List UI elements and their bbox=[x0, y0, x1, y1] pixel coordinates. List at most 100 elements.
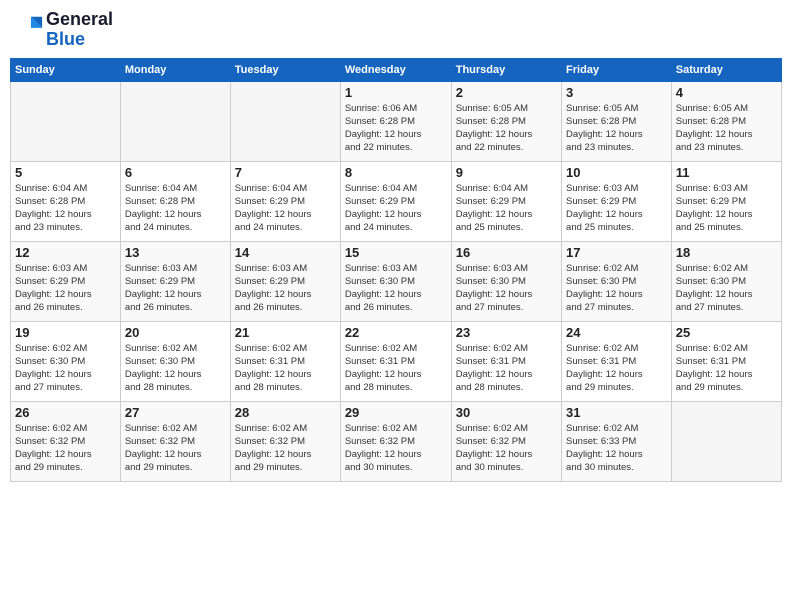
calendar-week-5: 26 Sunrise: 6:02 AM Sunset: 6:32 PM Dayli… bbox=[11, 401, 782, 481]
day-info: Sunrise: 6:02 AM Sunset: 6:31 PM Dayligh… bbox=[676, 342, 777, 395]
day-number: 27 bbox=[125, 405, 226, 420]
day-number: 14 bbox=[235, 245, 336, 260]
calendar-cell: 5 Sunrise: 6:04 AM Sunset: 6:28 PM Daylig… bbox=[11, 161, 121, 241]
calendar-cell bbox=[120, 81, 230, 161]
day-number: 11 bbox=[676, 165, 777, 180]
calendar-week-4: 19 Sunrise: 6:02 AM Sunset: 6:30 PM Dayli… bbox=[11, 321, 782, 401]
calendar-cell: 29Sunrise: 6:02 AM Sunset: 6:32 PM Dayli… bbox=[340, 401, 451, 481]
day-number: 18 bbox=[676, 245, 777, 260]
calendar-week-3: 12 Sunrise: 6:03 AM Sunset: 6:29 PM Dayli… bbox=[11, 241, 782, 321]
calendar-cell bbox=[230, 81, 340, 161]
day-number: 6 bbox=[125, 165, 226, 180]
header-cell-friday: Friday bbox=[562, 58, 672, 81]
calendar-cell: 12 Sunrise: 6:03 AM Sunset: 6:29 PM Dayli… bbox=[11, 241, 121, 321]
calendar-cell: 28 Sunrise: 6:02 AM Sunset: 6:32 PM Dayli… bbox=[230, 401, 340, 481]
calendar-cell: 13 Sunrise: 6:03 AM Sunset: 6:29 PM Dayli… bbox=[120, 241, 230, 321]
day-info: Sunrise: 6:03 AM Sunset: 6:30 PM Dayligh… bbox=[456, 262, 557, 315]
day-number: 5 bbox=[15, 165, 116, 180]
calendar-cell: 1Sunrise: 6:06 AM Sunset: 6:28 PM Daylig… bbox=[340, 81, 451, 161]
day-number: 15 bbox=[345, 245, 447, 260]
calendar-cell: 27 Sunrise: 6:02 AM Sunset: 6:32 PM Dayli… bbox=[120, 401, 230, 481]
calendar-cell: 2 Sunrise: 6:05 AM Sunset: 6:28 PM Daylig… bbox=[451, 81, 561, 161]
day-number: 1 bbox=[345, 85, 447, 100]
header-cell-sunday: Sunday bbox=[11, 58, 121, 81]
calendar-cell: 30 Sunrise: 6:02 AM Sunset: 6:32 PM Dayli… bbox=[451, 401, 561, 481]
day-info: Sunrise: 6:03 AM Sunset: 6:30 PM Dayligh… bbox=[345, 262, 447, 315]
header-cell-thursday: Thursday bbox=[451, 58, 561, 81]
day-number: 19 bbox=[15, 325, 116, 340]
calendar-table: SundayMondayTuesdayWednesdayThursdayFrid… bbox=[10, 58, 782, 482]
day-info: Sunrise: 6:03 AM Sunset: 6:29 PM Dayligh… bbox=[566, 182, 667, 235]
logo-text: General Blue bbox=[46, 10, 113, 50]
day-number: 8 bbox=[345, 165, 447, 180]
day-info: Sunrise: 6:03 AM Sunset: 6:29 PM Dayligh… bbox=[235, 262, 336, 315]
day-info: Sunrise: 6:03 AM Sunset: 6:29 PM Dayligh… bbox=[676, 182, 777, 235]
calendar-cell: 25 Sunrise: 6:02 AM Sunset: 6:31 PM Dayli… bbox=[671, 321, 781, 401]
calendar-week-1: 1Sunrise: 6:06 AM Sunset: 6:28 PM Daylig… bbox=[11, 81, 782, 161]
day-number: 28 bbox=[235, 405, 336, 420]
day-info: Sunrise: 6:02 AM Sunset: 6:33 PM Dayligh… bbox=[566, 422, 667, 475]
calendar-header: SundayMondayTuesdayWednesdayThursdayFrid… bbox=[11, 58, 782, 81]
day-info: Sunrise: 6:02 AM Sunset: 6:31 PM Dayligh… bbox=[456, 342, 557, 395]
day-number: 26 bbox=[15, 405, 116, 420]
calendar-cell: 31Sunrise: 6:02 AM Sunset: 6:33 PM Dayli… bbox=[562, 401, 672, 481]
day-info: Sunrise: 6:04 AM Sunset: 6:28 PM Dayligh… bbox=[125, 182, 226, 235]
calendar-cell: 21 Sunrise: 6:02 AM Sunset: 6:31 PM Dayli… bbox=[230, 321, 340, 401]
calendar-cell: 4 Sunrise: 6:05 AM Sunset: 6:28 PM Daylig… bbox=[671, 81, 781, 161]
day-info: Sunrise: 6:02 AM Sunset: 6:30 PM Dayligh… bbox=[125, 342, 226, 395]
day-info: Sunrise: 6:03 AM Sunset: 6:29 PM Dayligh… bbox=[125, 262, 226, 315]
calendar-cell: 19 Sunrise: 6:02 AM Sunset: 6:30 PM Dayli… bbox=[11, 321, 121, 401]
day-number: 24 bbox=[566, 325, 667, 340]
day-info: Sunrise: 6:02 AM Sunset: 6:32 PM Dayligh… bbox=[235, 422, 336, 475]
day-info: Sunrise: 6:02 AM Sunset: 6:30 PM Dayligh… bbox=[676, 262, 777, 315]
day-info: Sunrise: 6:02 AM Sunset: 6:30 PM Dayligh… bbox=[15, 342, 116, 395]
day-number: 20 bbox=[125, 325, 226, 340]
calendar-cell: 3 Sunrise: 6:05 AM Sunset: 6:28 PM Daylig… bbox=[562, 81, 672, 161]
day-info: Sunrise: 6:05 AM Sunset: 6:28 PM Dayligh… bbox=[676, 102, 777, 155]
calendar-cell: 22Sunrise: 6:02 AM Sunset: 6:31 PM Dayli… bbox=[340, 321, 451, 401]
day-number: 25 bbox=[676, 325, 777, 340]
day-number: 17 bbox=[566, 245, 667, 260]
day-number: 23 bbox=[456, 325, 557, 340]
day-info: Sunrise: 6:04 AM Sunset: 6:29 PM Dayligh… bbox=[456, 182, 557, 235]
calendar-cell: 15 Sunrise: 6:03 AM Sunset: 6:30 PM Dayli… bbox=[340, 241, 451, 321]
logo-icon bbox=[16, 13, 44, 41]
calendar-cell: 10 Sunrise: 6:03 AM Sunset: 6:29 PM Dayli… bbox=[562, 161, 672, 241]
day-info: Sunrise: 6:04 AM Sunset: 6:28 PM Dayligh… bbox=[15, 182, 116, 235]
day-info: Sunrise: 6:05 AM Sunset: 6:28 PM Dayligh… bbox=[456, 102, 557, 155]
day-info: Sunrise: 6:02 AM Sunset: 6:31 PM Dayligh… bbox=[566, 342, 667, 395]
calendar-cell bbox=[11, 81, 121, 161]
day-number: 13 bbox=[125, 245, 226, 260]
day-number: 3 bbox=[566, 85, 667, 100]
day-info: Sunrise: 6:02 AM Sunset: 6:32 PM Dayligh… bbox=[125, 422, 226, 475]
calendar-cell: 14 Sunrise: 6:03 AM Sunset: 6:29 PM Dayli… bbox=[230, 241, 340, 321]
calendar-cell: 17 Sunrise: 6:02 AM Sunset: 6:30 PM Dayli… bbox=[562, 241, 672, 321]
calendar-cell: 6 Sunrise: 6:04 AM Sunset: 6:28 PM Daylig… bbox=[120, 161, 230, 241]
page-header: General Blue bbox=[10, 10, 782, 50]
day-number: 12 bbox=[15, 245, 116, 260]
day-number: 4 bbox=[676, 85, 777, 100]
day-info: Sunrise: 6:03 AM Sunset: 6:29 PM Dayligh… bbox=[15, 262, 116, 315]
calendar-cell: 16 Sunrise: 6:03 AM Sunset: 6:30 PM Dayli… bbox=[451, 241, 561, 321]
day-number: 21 bbox=[235, 325, 336, 340]
calendar-cell: 26Sunrise: 6:02 AM Sunset: 6:32 PM Dayli… bbox=[11, 401, 121, 481]
day-info: Sunrise: 6:05 AM Sunset: 6:28 PM Dayligh… bbox=[566, 102, 667, 155]
day-number: 2 bbox=[456, 85, 557, 100]
calendar-cell: 8 Sunrise: 6:04 AM Sunset: 6:29 PM Daylig… bbox=[340, 161, 451, 241]
day-info: Sunrise: 6:02 AM Sunset: 6:31 PM Dayligh… bbox=[345, 342, 447, 395]
day-info: Sunrise: 6:02 AM Sunset: 6:30 PM Dayligh… bbox=[566, 262, 667, 315]
calendar-cell: 24 Sunrise: 6:02 AM Sunset: 6:31 PM Dayli… bbox=[562, 321, 672, 401]
calendar-cell: 23 Sunrise: 6:02 AM Sunset: 6:31 PM Dayli… bbox=[451, 321, 561, 401]
day-number: 9 bbox=[456, 165, 557, 180]
day-info: Sunrise: 6:02 AM Sunset: 6:31 PM Dayligh… bbox=[235, 342, 336, 395]
day-number: 16 bbox=[456, 245, 557, 260]
day-number: 10 bbox=[566, 165, 667, 180]
day-info: Sunrise: 6:02 AM Sunset: 6:32 PM Dayligh… bbox=[345, 422, 447, 475]
header-cell-saturday: Saturday bbox=[671, 58, 781, 81]
header-row: SundayMondayTuesdayWednesdayThursdayFrid… bbox=[11, 58, 782, 81]
day-number: 30 bbox=[456, 405, 557, 420]
day-info: Sunrise: 6:04 AM Sunset: 6:29 PM Dayligh… bbox=[345, 182, 447, 235]
header-cell-monday: Monday bbox=[120, 58, 230, 81]
calendar-body: 1Sunrise: 6:06 AM Sunset: 6:28 PM Daylig… bbox=[11, 81, 782, 481]
day-info: Sunrise: 6:02 AM Sunset: 6:32 PM Dayligh… bbox=[456, 422, 557, 475]
